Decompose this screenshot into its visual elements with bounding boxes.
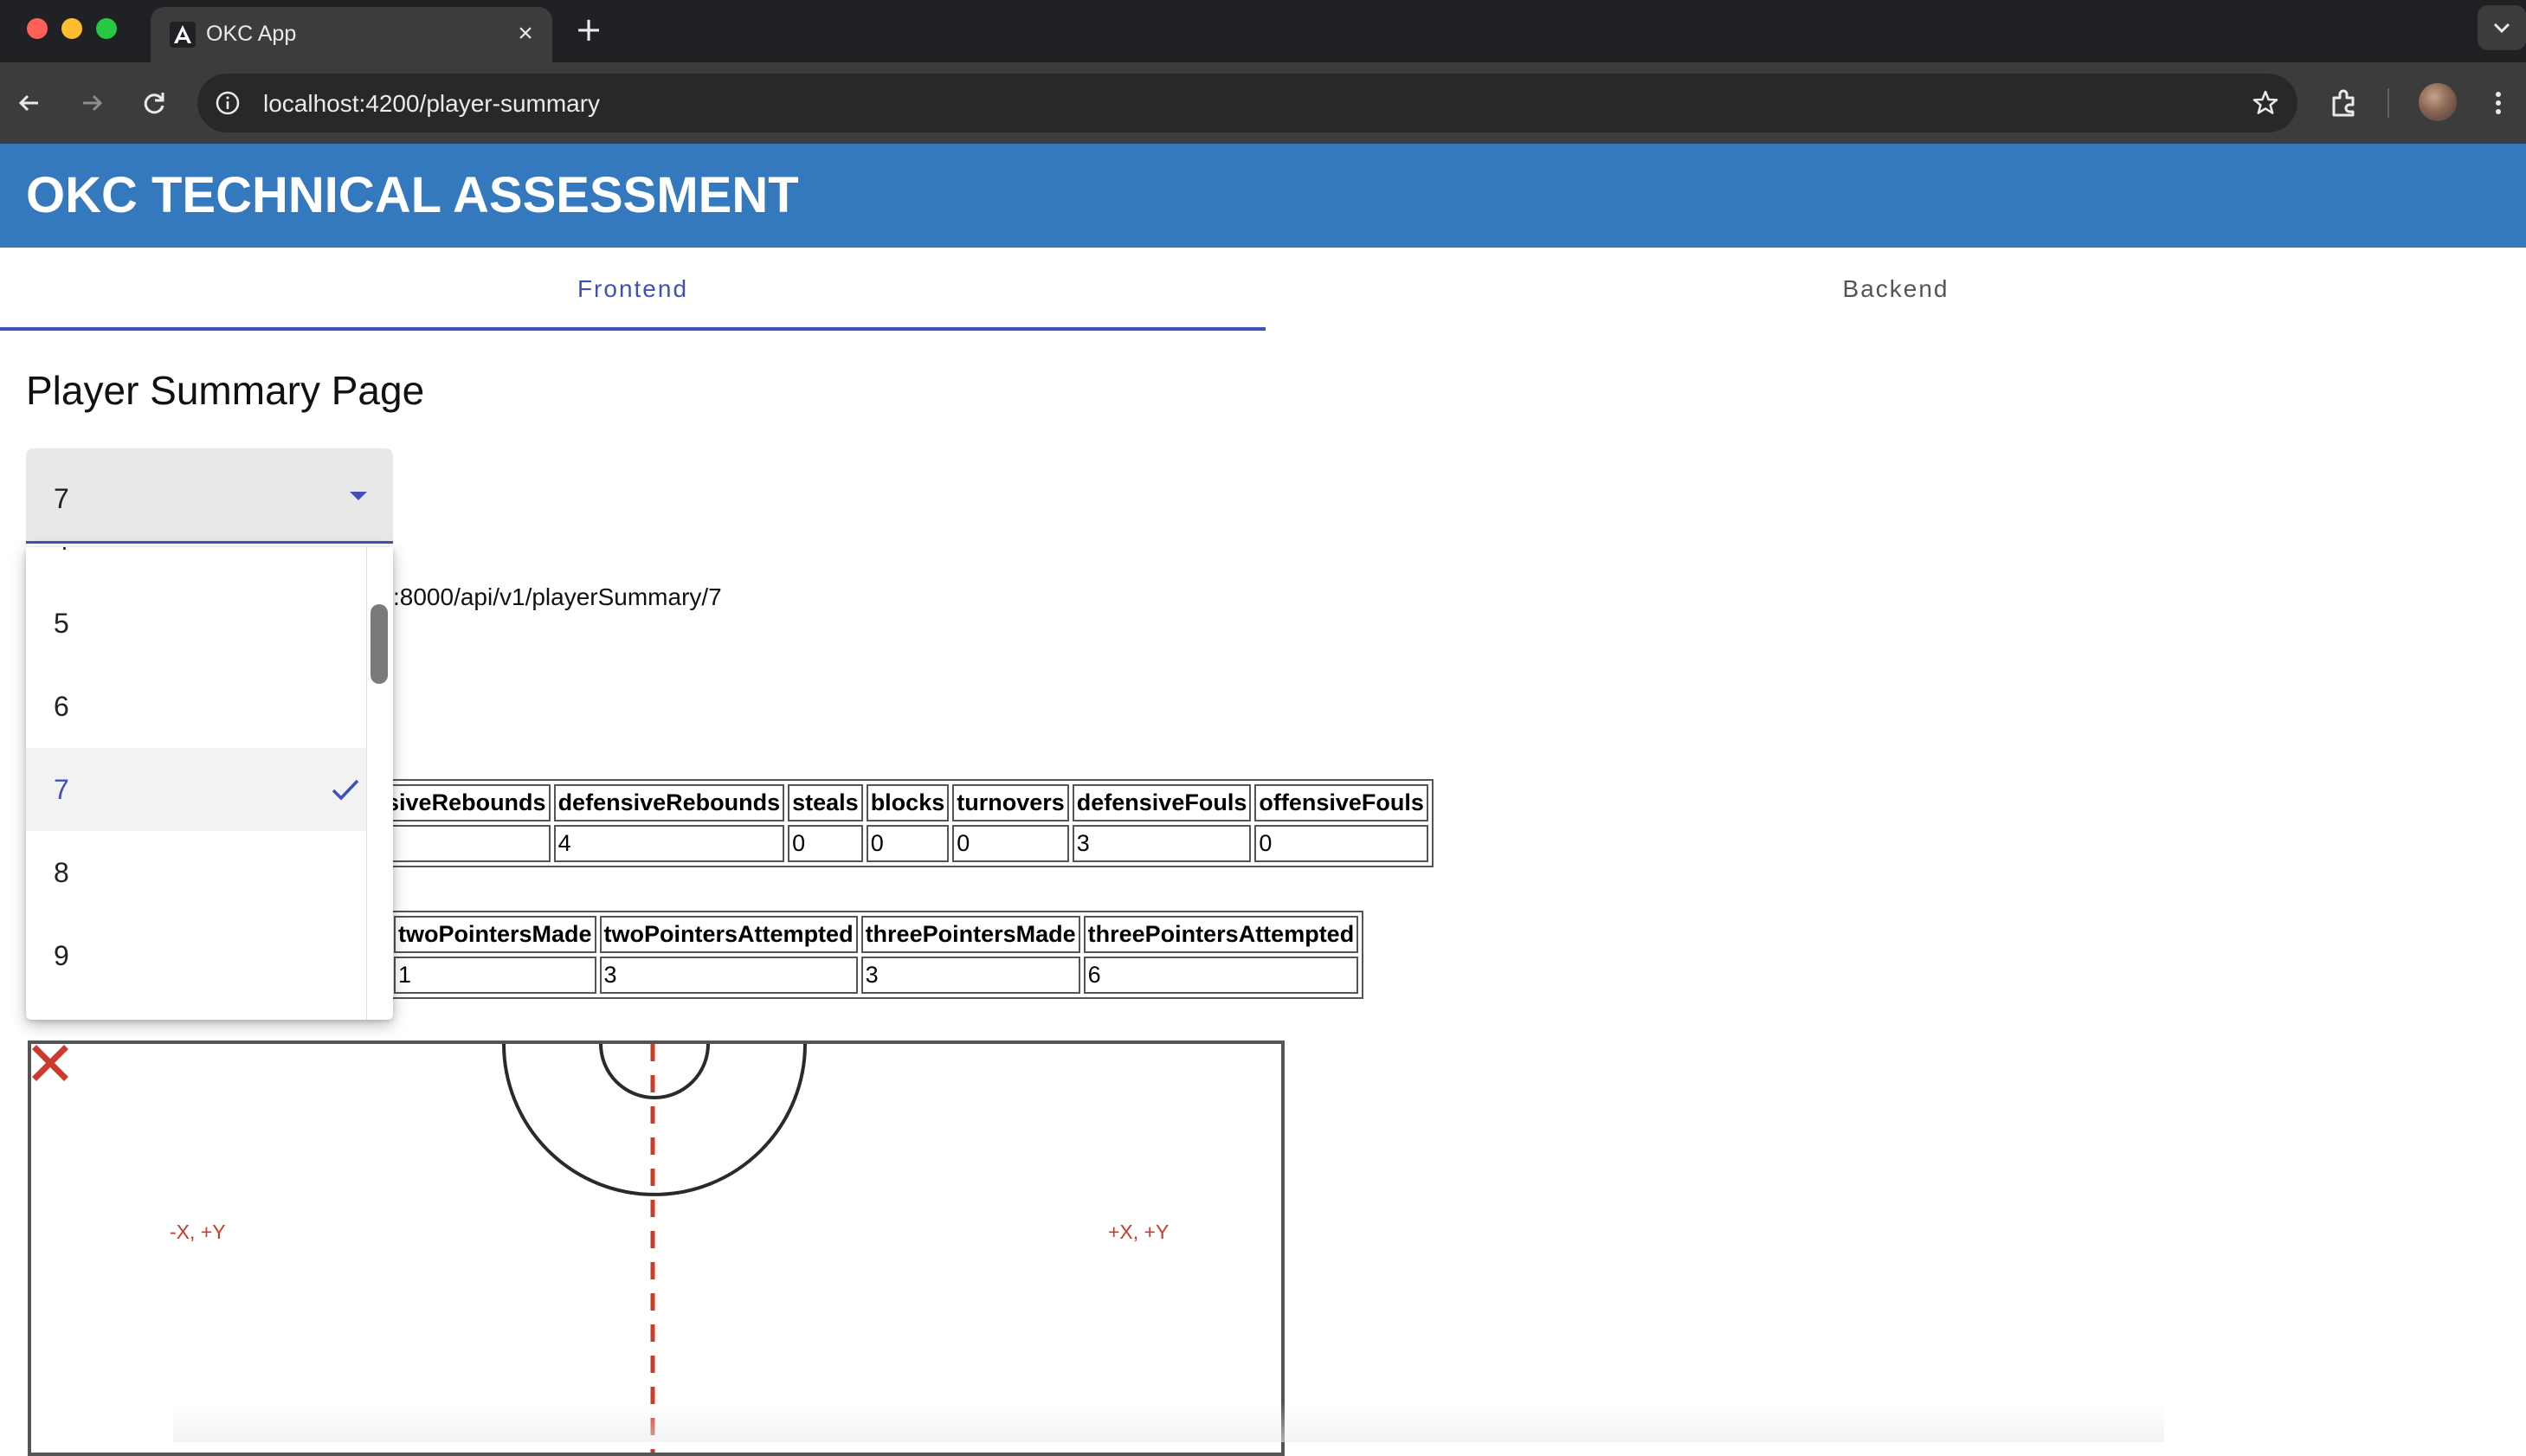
quadrant-label-right: +X, +Y: [1108, 1221, 1170, 1243]
table-cell: 4: [553, 825, 785, 862]
kebab-menu-icon[interactable]: [2478, 82, 2519, 124]
select-option-label: 9: [54, 940, 69, 971]
reload-icon[interactable]: [133, 82, 175, 124]
dropdown-arrow-icon: [350, 492, 367, 500]
app-tabs: Frontend Backend: [0, 248, 2526, 331]
table-header-cell: blocks: [866, 784, 950, 821]
new-tab-button[interactable]: +: [571, 12, 606, 47]
close-window-button[interactable]: [27, 18, 48, 39]
select-option[interactable]: 5: [26, 582, 366, 665]
minimize-window-button[interactable]: [61, 18, 82, 39]
table-cell: 0: [1254, 825, 1428, 862]
select-option[interactable]: 4: [26, 547, 366, 582]
player-select-value: 7: [54, 483, 69, 514]
bottom-shadow: [173, 1402, 2164, 1442]
dropdown-scrollbar[interactable]: [366, 547, 393, 1020]
site-info-icon[interactable]: [215, 90, 241, 116]
select-option-selected[interactable]: 7: [26, 748, 366, 831]
select-option[interactable]: 6: [26, 665, 366, 748]
court-lines: [502, 1044, 807, 1453]
profile-avatar[interactable]: [2419, 83, 2457, 121]
table-header-cell: defensiveRebounds: [553, 784, 785, 821]
select-option[interactable]: 9: [26, 914, 366, 997]
forward-arrow-icon[interactable]: [71, 82, 113, 124]
table-header-cell: offensiveFouls: [1254, 784, 1428, 821]
table-header-row: s offensiveRebounds defensiveRebounds st…: [300, 784, 1428, 821]
table-row: 1 4 0 0 0 3 0: [300, 825, 1428, 862]
select-option-label: 6: [54, 691, 69, 722]
player-select-dropdown[interactable]: 4 5 6 7 8 9: [26, 547, 393, 1020]
basketball-court: -X, +Y +X, +Y: [28, 1040, 1285, 1456]
maximize-window-button[interactable]: [96, 18, 117, 39]
close-tab-button[interactable]: ×: [511, 19, 540, 48]
checkmark-icon: [332, 779, 359, 801]
tab-title: OKC App: [206, 22, 297, 46]
table-header-cell: twoPointersMade: [394, 916, 596, 953]
back-arrow-icon[interactable]: [9, 82, 50, 124]
table-header-row: tempted twoPointersMade twoPointersAttem…: [291, 916, 1359, 953]
table-cell: 3: [860, 957, 1080, 994]
toolbar-separator: [2387, 88, 2389, 118]
url-text: localhost:4200/player-summary: [263, 90, 601, 117]
table-header-cell: steals: [788, 784, 863, 821]
player-stats-table-1: s offensiveRebounds defensiveRebounds st…: [294, 779, 1434, 867]
chevron-down-icon: [2493, 23, 2510, 34]
table-cell: 0: [952, 825, 1069, 862]
table-row: 1 3 3 6: [291, 957, 1359, 994]
extensions-puzzle-icon[interactable]: [2323, 82, 2365, 124]
player-select[interactable]: 7: [26, 448, 393, 544]
table-cell: 3: [1072, 825, 1252, 862]
scrollbar-thumb[interactable]: [371, 604, 388, 684]
angular-icon: [170, 22, 196, 48]
endpoint-text: :8000/api/v1/playerSummary/7: [393, 583, 722, 610]
address-bar[interactable]: localhost:4200/player-summary: [197, 74, 2297, 132]
shot-marker-x-icon: [32, 1045, 68, 1081]
bookmark-star-icon[interactable]: [2251, 88, 2280, 118]
select-option-label: 4: [54, 547, 69, 557]
browser-tab-active[interactable]: OKC App ×: [151, 7, 552, 62]
app-header: OKC TECHNICAL ASSESSMENT: [0, 144, 2526, 248]
select-option-label: 7: [54, 774, 69, 805]
select-option[interactable]: 8: [26, 831, 366, 914]
quadrant-label-left: -X, +Y: [170, 1221, 226, 1243]
table-cell: 0: [788, 825, 863, 862]
select-option-label: 5: [54, 608, 69, 639]
table-header-cell: threePointersMade: [860, 916, 1080, 953]
tab-frontend[interactable]: Frontend: [0, 248, 1266, 331]
table-cell: 0: [866, 825, 950, 862]
table-header-cell: threePointersAttempted: [1083, 916, 1359, 953]
table-header-cell: twoPointersAttempted: [599, 916, 858, 953]
table-cell: 6: [1083, 957, 1359, 994]
table-cell: 1: [394, 957, 596, 994]
app-title: OKC TECHNICAL ASSESSMENT: [26, 167, 799, 223]
page-title: Player Summary Page: [26, 368, 425, 413]
table-header-cell: defensiveFouls: [1072, 784, 1252, 821]
table-header-cell: turnovers: [952, 784, 1069, 821]
browser-toolbar: localhost:4200/player-summary: [0, 62, 2526, 144]
select-option-label: 8: [54, 857, 69, 888]
player-stats-table-2: tempted twoPointersMade twoPointersAttem…: [286, 911, 1364, 999]
tab-search-button[interactable]: [2478, 5, 2526, 50]
table-cell: 3: [599, 957, 858, 994]
tab-backend[interactable]: Backend: [1266, 248, 2526, 331]
browser-tabstrip: OKC App × +: [0, 0, 2526, 62]
